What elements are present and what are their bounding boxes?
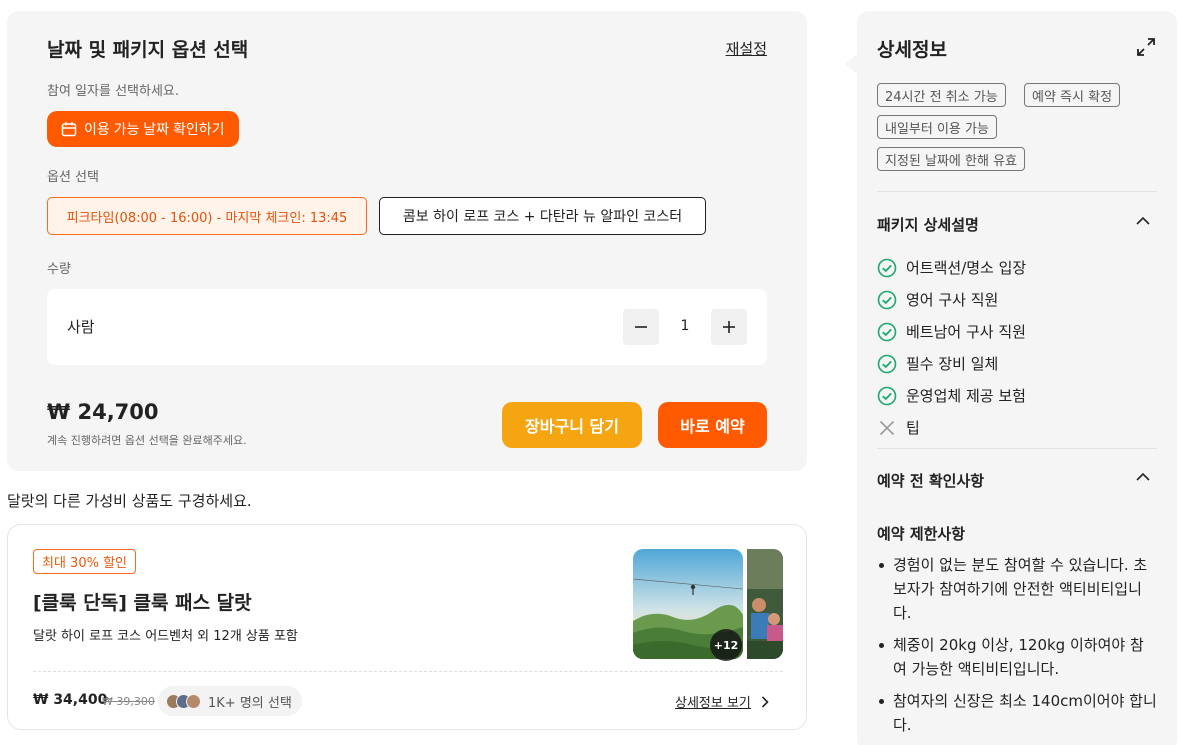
- tag-valid-date: 지정된 날짜에 한해 유효: [877, 147, 1025, 171]
- add-to-cart-button[interactable]: 장바구니 담기: [502, 402, 642, 448]
- avatar-group: [166, 693, 201, 709]
- discount-badge: 최대 30% 할인: [33, 549, 136, 574]
- inclusion-label: 필수 장비 일체: [906, 355, 999, 373]
- promo-price: ₩ 34,400: [33, 692, 108, 708]
- tag-available-tomorrow: 내일부터 이용 가능: [877, 115, 997, 139]
- quantity-value: 1: [680, 318, 690, 334]
- inclusion-item: 필수 장비 일체: [877, 353, 998, 374]
- quantity-row-label: 사람: [67, 318, 95, 336]
- promo-title[interactable]: [클룩 단독] 클룩 패스 달랏: [33, 588, 252, 615]
- details-title: 상세정보: [877, 39, 947, 61]
- inclusion-label: 베트남어 구사 직원: [906, 323, 1026, 341]
- check-circle-icon: [877, 386, 897, 405]
- divider: [877, 191, 1157, 192]
- check-dates-label: 이용 가능 날짜 확인하기: [84, 121, 225, 137]
- promo-subtitle: 달랏 하이 로프 코스 어드벤처 외 12개 상품 포함: [33, 629, 298, 644]
- restriction-item: 경험이 없는 분도 참여할 수 있습니다. 초보자가 참여하기에 안전한 액티비…: [877, 553, 1157, 625]
- total-price: ₩ 24,700: [47, 400, 159, 424]
- divider: [877, 448, 1157, 449]
- reset-link[interactable]: 재설정: [726, 38, 767, 59]
- tag-free-cancel: 24시간 전 취소 가능: [877, 83, 1006, 107]
- avatar: [186, 693, 201, 709]
- calendar-icon: [61, 121, 77, 137]
- panel-pointer: [845, 54, 857, 74]
- increase-button[interactable]: [711, 309, 747, 345]
- chevron-right-icon: [761, 695, 769, 708]
- promo-detail-link[interactable]: 상세정보 보기: [675, 692, 769, 711]
- close-icon: [879, 420, 895, 435]
- exclusion-label: 팁: [906, 419, 920, 437]
- option-chip-peak-time[interactable]: 피크타임(08:00 - 16:00) - 마지막 체크인: 13:45: [47, 197, 367, 235]
- promo-heading: 달랏의 다른 가성비 상품도 구경하세요.: [7, 492, 252, 510]
- quantity-stepper: 사람 1: [47, 289, 767, 365]
- inclusion-label: 운영업체 제공 보험: [906, 387, 1026, 405]
- check-circle-icon: [877, 322, 897, 341]
- date-prompt: 참여 일자를 선택하세요.: [47, 84, 179, 99]
- details-panel: 상세정보 24시간 전 취소 가능 예약 즉시 확정 내일부터 이용 가능 지정…: [857, 11, 1177, 745]
- restriction-item: 체중이 20kg 이상, 120kg 이하여야 참여 가능한 액티비티입니다.: [877, 633, 1157, 681]
- inclusion-item: 베트남어 구사 직원: [877, 321, 1026, 342]
- chevron-up-icon[interactable]: [1135, 469, 1151, 485]
- option-label: 옵션 선택: [47, 170, 99, 185]
- book-now-button[interactable]: 바로 예약: [658, 402, 767, 448]
- inclusion-item: 어트랙션/명소 입장: [877, 257, 1026, 278]
- inclusion-item: 운영업체 제공 보험: [877, 385, 1026, 406]
- package-section-title[interactable]: 패키지 상세설명: [877, 214, 979, 235]
- promo-divider: [33, 671, 783, 672]
- minus-icon: [635, 326, 647, 328]
- promo-old-price: ₩ 39,300: [102, 695, 155, 708]
- more-photos-badge[interactable]: +12: [710, 629, 742, 661]
- promo-thumbnail-secondary: [747, 549, 783, 659]
- booking-panel: 날짜 및 패키지 옵션 선택 재설정 참여 일자를 선택하세요. 이용 가능 날…: [7, 11, 807, 471]
- exclusion-item: 팁: [877, 417, 920, 438]
- price-note: 계속 진행하려면 옵션 선택을 완료해주세요.: [47, 434, 247, 447]
- inclusion-item: 영어 구사 직원: [877, 289, 998, 310]
- check-circle-icon: [877, 258, 897, 277]
- check-circle-icon: [877, 354, 897, 373]
- check-dates-button[interactable]: 이용 가능 날짜 확인하기: [47, 111, 240, 147]
- chevron-up-icon[interactable]: [1135, 213, 1151, 229]
- restrictions-title: 예약 제한사항: [877, 525, 966, 543]
- quantity-label: 수량: [47, 262, 71, 277]
- decrease-button[interactable]: [623, 309, 659, 345]
- social-proof-text: 1K+ 명의 선택: [208, 695, 292, 711]
- booking-title: 날짜 및 패키지 옵션 선택: [47, 39, 249, 61]
- tag-instant-confirm: 예약 즉시 확정: [1024, 83, 1121, 107]
- plus-icon: [723, 321, 735, 333]
- inclusion-label: 영어 구사 직원: [906, 291, 999, 309]
- option-chip-combo[interactable]: 콤보 하이 로프 코스 + 다탄라 뉴 알파인 코스터: [379, 197, 706, 235]
- expand-icon[interactable]: [1136, 37, 1156, 57]
- restriction-item: 참여자의 신장은 최소 140cm이어야 합니다.: [877, 689, 1157, 737]
- promo-detail-label: 상세정보 보기: [675, 696, 751, 711]
- inclusion-label: 어트랙션/명소 입장: [906, 259, 1027, 277]
- promo-card[interactable]: 최대 30% 할인 [클룩 단독] 클룩 패스 달랏 달랏 하이 로프 코스 어…: [7, 524, 807, 730]
- social-proof-badge: 1K+ 명의 선택: [158, 686, 302, 716]
- check-circle-icon: [877, 290, 897, 309]
- precheck-section-title[interactable]: 예약 전 확인사항: [877, 470, 984, 491]
